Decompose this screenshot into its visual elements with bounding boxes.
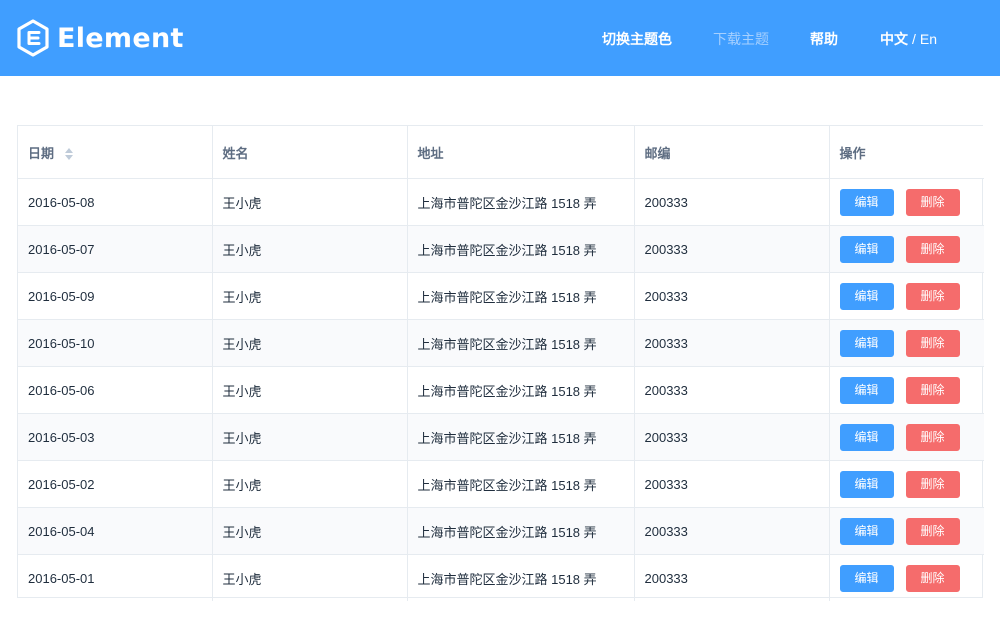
cell-zip: 200333 — [634, 273, 829, 320]
table-row: 2016-05-10王小虎上海市普陀区金沙江路 1518 弄200333编辑删除 — [18, 320, 984, 367]
edit-button[interactable]: 编辑 — [840, 330, 894, 357]
table-row: 2016-05-09王小虎上海市普陀区金沙江路 1518 弄200333编辑删除 — [18, 273, 984, 320]
delete-button[interactable]: 删除 — [906, 471, 960, 498]
column-header-action: 操作 — [829, 126, 984, 179]
cell-zip: 200333 — [634, 508, 829, 555]
cell-address: 上海市普陀区金沙江路 1518 弄 — [407, 555, 634, 602]
delete-button[interactable]: 删除 — [906, 236, 960, 263]
cell-name: 王小虎 — [212, 273, 407, 320]
lang-en[interactable]: En — [920, 31, 937, 47]
table-header-row: 日期 姓名 地址 邮编 操作 — [18, 126, 984, 179]
cell-address: 上海市普陀区金沙江路 1518 弄 — [407, 461, 634, 508]
column-header-zip: 邮编 — [634, 126, 829, 179]
lang-separator: / — [912, 31, 916, 47]
nav-help-link[interactable]: 帮助 — [810, 29, 838, 49]
cell-zip: 200333 — [634, 461, 829, 508]
edit-button[interactable]: 编辑 — [840, 377, 894, 404]
cell-zip: 200333 — [634, 414, 829, 461]
column-header-date[interactable]: 日期 — [18, 126, 212, 179]
data-table: 日期 姓名 地址 邮编 操作 2016-05-08王小虎上海市普陀区金沙江路 1… — [17, 125, 983, 598]
language-switch[interactable]: 中文/En — [880, 29, 937, 49]
top-header: Element 切换主题色 下载主题 帮助 中文/En — [0, 0, 1000, 76]
cell-address: 上海市普陀区金沙江路 1518 弄 — [407, 508, 634, 555]
cell-actions: 编辑删除 — [829, 226, 984, 273]
cell-actions: 编辑删除 — [829, 555, 984, 602]
column-header-date-label: 日期 — [28, 146, 54, 161]
lang-zh[interactable]: 中文 — [880, 31, 908, 47]
cell-name: 王小虎 — [212, 461, 407, 508]
cell-name: 王小虎 — [212, 367, 407, 414]
nav-theme-link[interactable]: 切换主题色 — [602, 29, 672, 49]
cell-date: 2016-05-06 — [18, 367, 212, 414]
edit-button[interactable]: 编辑 — [840, 424, 894, 451]
column-header-name: 姓名 — [212, 126, 407, 179]
cell-date: 2016-05-10 — [18, 320, 212, 367]
delete-button[interactable]: 删除 — [906, 518, 960, 545]
cell-actions: 编辑删除 — [829, 461, 984, 508]
cell-date: 2016-05-03 — [18, 414, 212, 461]
cell-address: 上海市普陀区金沙江路 1518 弄 — [407, 414, 634, 461]
edit-button[interactable]: 编辑 — [840, 565, 894, 592]
edit-button[interactable]: 编辑 — [840, 283, 894, 310]
element-logo-icon — [16, 19, 50, 57]
cell-date: 2016-05-07 — [18, 226, 212, 273]
cell-address: 上海市普陀区金沙江路 1518 弄 — [407, 367, 634, 414]
cell-zip: 200333 — [634, 555, 829, 602]
cell-date: 2016-05-02 — [18, 461, 212, 508]
cell-actions: 编辑删除 — [829, 414, 984, 461]
cell-actions: 编辑删除 — [829, 367, 984, 414]
cell-actions: 编辑删除 — [829, 273, 984, 320]
cell-name: 王小虎 — [212, 320, 407, 367]
delete-button[interactable]: 删除 — [906, 189, 960, 216]
delete-button[interactable]: 删除 — [906, 283, 960, 310]
cell-name: 王小虎 — [212, 414, 407, 461]
edit-button[interactable]: 编辑 — [840, 471, 894, 498]
cell-zip: 200333 — [634, 320, 829, 367]
nav-download-link[interactable]: 下载主题 — [713, 29, 769, 49]
cell-actions: 编辑删除 — [829, 508, 984, 555]
cell-date: 2016-05-04 — [18, 508, 212, 555]
table-row: 2016-05-03王小虎上海市普陀区金沙江路 1518 弄200333编辑删除 — [18, 414, 984, 461]
cell-zip: 200333 — [634, 226, 829, 273]
table-row: 2016-05-02王小虎上海市普陀区金沙江路 1518 弄200333编辑删除 — [18, 461, 984, 508]
logo[interactable]: Element — [16, 18, 184, 58]
cell-name: 王小虎 — [212, 179, 407, 226]
delete-button[interactable]: 删除 — [906, 565, 960, 592]
cell-name: 王小虎 — [212, 555, 407, 602]
sort-caret-icon[interactable] — [64, 147, 74, 161]
cell-actions: 编辑删除 — [829, 320, 984, 367]
edit-button[interactable]: 编辑 — [840, 518, 894, 545]
cell-date: 2016-05-01 — [18, 555, 212, 602]
cell-address: 上海市普陀区金沙江路 1518 弄 — [407, 273, 634, 320]
table-row: 2016-05-06王小虎上海市普陀区金沙江路 1518 弄200333编辑删除 — [18, 367, 984, 414]
cell-actions: 编辑删除 — [829, 179, 984, 226]
cell-zip: 200333 — [634, 179, 829, 226]
table-row: 2016-05-07王小虎上海市普陀区金沙江路 1518 弄200333编辑删除 — [18, 226, 984, 273]
cell-address: 上海市普陀区金沙江路 1518 弄 — [407, 179, 634, 226]
table-row: 2016-05-04王小虎上海市普陀区金沙江路 1518 弄200333编辑删除 — [18, 508, 984, 555]
cell-zip: 200333 — [634, 367, 829, 414]
delete-button[interactable]: 删除 — [906, 330, 960, 357]
column-header-address: 地址 — [407, 126, 634, 179]
cell-address: 上海市普陀区金沙江路 1518 弄 — [407, 226, 634, 273]
cell-date: 2016-05-09 — [18, 273, 212, 320]
edit-button[interactable]: 编辑 — [840, 236, 894, 263]
cell-date: 2016-05-08 — [18, 179, 212, 226]
table-body: 2016-05-08王小虎上海市普陀区金沙江路 1518 弄200333编辑删除… — [18, 179, 984, 602]
cell-name: 王小虎 — [212, 508, 407, 555]
table-row: 2016-05-08王小虎上海市普陀区金沙江路 1518 弄200333编辑删除 — [18, 179, 984, 226]
logo-text: Element — [57, 23, 184, 54]
edit-button[interactable]: 编辑 — [840, 189, 894, 216]
delete-button[interactable]: 删除 — [906, 424, 960, 451]
delete-button[interactable]: 删除 — [906, 377, 960, 404]
cell-name: 王小虎 — [212, 226, 407, 273]
table-row: 2016-05-01王小虎上海市普陀区金沙江路 1518 弄200333编辑删除 — [18, 555, 984, 602]
cell-address: 上海市普陀区金沙江路 1518 弄 — [407, 320, 634, 367]
